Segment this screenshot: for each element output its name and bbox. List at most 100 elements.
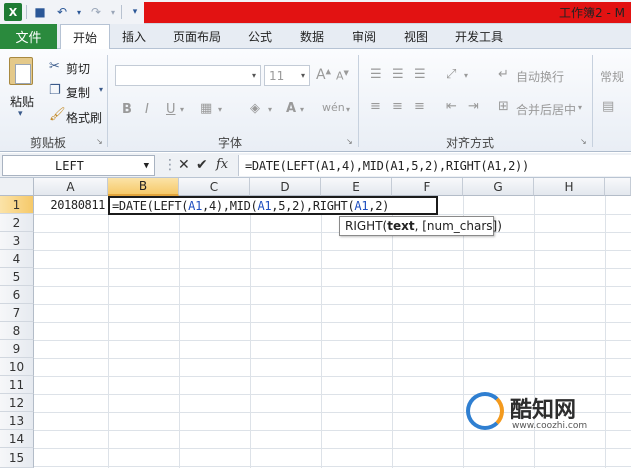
font-color-icon[interactable]: A (286, 101, 296, 116)
bold-button[interactable]: B (122, 102, 132, 117)
paste-button[interactable]: 粘贴 (10, 93, 34, 110)
italic-button[interactable]: I (145, 102, 149, 117)
wrap-text-icon[interactable]: ↵ (498, 67, 509, 82)
align-middle-icon[interactable]: ☰ (392, 67, 404, 82)
accounting-format-icon[interactable]: ▤ (602, 99, 614, 114)
select-all-corner[interactable] (0, 178, 34, 196)
row-header[interactable]: 4 (0, 250, 34, 268)
tooltip-rest: , [num_chars]) (414, 219, 502, 233)
alignment-launcher-icon[interactable]: ↘ (580, 137, 587, 146)
row-header[interactable]: 13 (0, 412, 34, 430)
row-header[interactable]: 2 (0, 214, 34, 232)
column-header[interactable]: D (250, 178, 321, 196)
gridline (250, 196, 251, 468)
increase-indent-icon[interactable]: ⇥ (468, 99, 479, 114)
copy-button[interactable]: 复制 (66, 84, 90, 101)
phonetic-dropdown-icon[interactable]: ▾ (346, 105, 350, 114)
formula-input[interactable]: =DATE(LEFT(A1,4),MID(A1,5,2),RIGHT(A1,2)… (238, 155, 631, 176)
tab-data[interactable]: 数据 (290, 24, 334, 49)
column-header[interactable]: E (321, 178, 392, 196)
column-header[interactable]: H (534, 178, 605, 196)
merge-center-button[interactable]: 合并后居中 (516, 101, 576, 118)
fill-color-icon[interactable]: ◈ (250, 101, 260, 116)
phonetic-icon[interactable]: wén (322, 101, 345, 114)
tab-file[interactable]: 文件 (0, 24, 57, 49)
column-header[interactable]: C (179, 178, 250, 196)
tab-review[interactable]: 审阅 (342, 24, 386, 49)
row-header[interactable]: 6 (0, 286, 34, 304)
font-color-dropdown-icon[interactable]: ▾ (300, 105, 304, 114)
format-painter-button[interactable]: 格式刷 (66, 109, 102, 126)
tab-home[interactable]: 开始 (60, 24, 110, 50)
watermark-logo: 酷知网 www.coozhi.com (458, 384, 618, 444)
row-header[interactable]: 11 (0, 376, 34, 394)
font-launcher-icon[interactable]: ↘ (346, 137, 353, 146)
clipboard-launcher-icon[interactable]: ↘ (96, 137, 103, 146)
tab-insert[interactable]: 插入 (112, 24, 156, 49)
tab-formulas[interactable]: 公式 (238, 24, 282, 49)
align-right-icon[interactable]: ≡ (414, 99, 425, 114)
row-header[interactable]: 3 (0, 232, 34, 250)
underline-button[interactable]: U (166, 102, 176, 117)
name-box-value: LEFT (55, 158, 84, 173)
undo-dropdown-icon[interactable]: ▾ (75, 3, 83, 21)
customize-qat-icon[interactable]: ▾ (126, 3, 144, 21)
align-left-icon[interactable]: ≡ (370, 99, 381, 114)
copy-dropdown-icon[interactable]: ▾ (99, 85, 103, 94)
row-header[interactable]: 12 (0, 394, 34, 412)
row-header[interactable]: 5 (0, 268, 34, 286)
cell-a1[interactable]: 20180811 (34, 196, 108, 214)
orientation-icon[interactable]: ⤢ (446, 67, 456, 82)
function-tooltip[interactable]: RIGHT(text, [num_chars]) (339, 216, 502, 236)
font-name-combo[interactable]: ▾ (115, 65, 261, 86)
alignment-group-label: 对齐方式 (445, 136, 494, 150)
tab-developer[interactable]: 开发工具 (446, 24, 512, 49)
name-box[interactable]: LEFT ▼ (2, 155, 155, 176)
tooltip-current-arg[interactable]: text (387, 219, 414, 233)
number-format-combo[interactable]: 常规 (600, 68, 624, 85)
cut-button[interactable]: 剪切 (66, 60, 90, 77)
row-header[interactable]: 8 (0, 322, 34, 340)
column-header[interactable]: B (108, 178, 179, 196)
orientation-dropdown-icon[interactable]: ▾ (464, 71, 468, 80)
enter-icon[interactable]: ✔ (196, 157, 208, 173)
paste-icon[interactable] (9, 57, 33, 85)
insert-function-icon[interactable]: fx (216, 157, 228, 172)
row-header[interactable]: 14 (0, 430, 34, 448)
row-header[interactable]: 15 (0, 448, 34, 468)
redo-dropdown-icon[interactable]: ▾ (109, 3, 117, 21)
excel-logo-icon[interactable]: X (4, 3, 22, 21)
wrap-text-button[interactable]: 自动换行 (516, 68, 564, 85)
align-bottom-icon[interactable]: ☰ (414, 67, 426, 82)
tab-page-layout[interactable]: 页面布局 (164, 24, 230, 49)
underline-dropdown-icon[interactable]: ▾ (180, 105, 184, 114)
column-header[interactable]: A (34, 178, 108, 196)
font-size-combo[interactable]: 11 ▾ (264, 65, 310, 86)
fill-dropdown-icon[interactable]: ▾ (268, 105, 272, 114)
column-header[interactable]: F (392, 178, 463, 196)
increase-font-icon[interactable]: A▲ (316, 67, 331, 83)
column-header[interactable]: G (463, 178, 534, 196)
row-header[interactable]: 9 (0, 340, 34, 358)
row-header[interactable]: 7 (0, 304, 34, 322)
row-header[interactable]: 10 (0, 358, 34, 376)
gridline (34, 322, 631, 323)
align-center-icon[interactable]: ≡ (392, 99, 403, 114)
merge-center-icon[interactable]: ⊞ (498, 99, 509, 114)
save-icon[interactable]: ■ (31, 3, 49, 21)
cancel-icon[interactable]: ✕ (178, 157, 190, 173)
borders-icon[interactable]: ▦ (200, 101, 212, 116)
redo-icon[interactable]: ↷ (87, 3, 105, 21)
row-header[interactable]: 1 (0, 196, 34, 214)
undo-icon[interactable]: ↶ (53, 3, 71, 21)
decrease-font-icon[interactable]: A▼ (336, 69, 349, 83)
tab-view[interactable]: 视图 (394, 24, 438, 49)
column-header-partial[interactable] (605, 178, 631, 196)
decrease-indent-icon[interactable]: ⇤ (446, 99, 457, 114)
cell-reference: A1 (257, 198, 272, 213)
cell-b1-editing[interactable]: =DATE(LEFT(A1,4),MID(A1,5,2),RIGHT(A1,2) (108, 196, 438, 215)
borders-dropdown-icon[interactable]: ▾ (218, 105, 222, 114)
merge-dropdown-icon[interactable]: ▾ (578, 103, 582, 112)
align-top-icon[interactable]: ☰ (370, 67, 382, 82)
paste-dropdown-icon[interactable]: ▾ (18, 109, 23, 119)
